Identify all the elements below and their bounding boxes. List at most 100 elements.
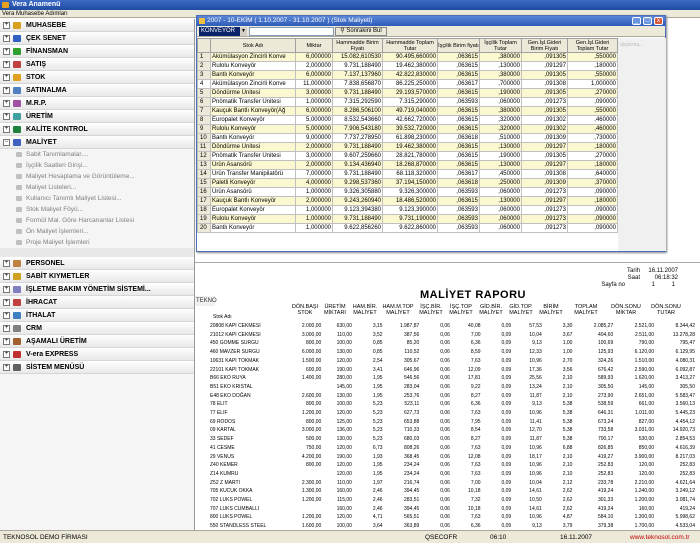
- submenu-item[interactable]: Proje Maliyet İşlemleri: [0, 237, 194, 248]
- search-input[interactable]: [249, 27, 334, 36]
- row-number[interactable]: 13: [197, 160, 211, 170]
- grid-row[interactable]: 5 Döndürme Ünitesi 3,000000 9.731,188490 29.…: [197, 88, 618, 98]
- submenu-item[interactable]: Maliyet Listeleri...: [0, 182, 194, 193]
- submenu-item[interactable]: Maliyet Hesaplama ve Görüntüleme...: [0, 171, 194, 182]
- grid-row[interactable]: 20 Bantlı Konveyör 1,000000 9.622,856260 9.6…: [197, 223, 618, 233]
- find-next-button[interactable]: ⚲ Sonrakini Bul: [335, 27, 387, 36]
- sidebar-category[interactable]: + SABİT KIYMETLER: [0, 270, 194, 283]
- expand-icon[interactable]: +: [3, 273, 10, 280]
- grid-row[interactable]: 3 Bantlı Konveyör 6,000000 7.137,137960 42.8…: [197, 70, 618, 80]
- expand-icon[interactable]: +: [3, 74, 10, 81]
- grid-column-header[interactable]: Hammadde Toplam Tutar: [382, 38, 438, 53]
- grid-column-header[interactable]: Miktar: [295, 38, 333, 53]
- minimize-button[interactable]: _: [632, 17, 641, 25]
- grid-row[interactable]: 11 Döndürme Ünitesi 2,000000 9.731,188490 19…: [197, 142, 618, 152]
- expand-icon[interactable]: +: [3, 312, 10, 319]
- row-number[interactable]: 15: [197, 178, 211, 188]
- row-number[interactable]: 4: [197, 79, 211, 89]
- sidebar-category[interactable]: + SATINALMA: [0, 84, 194, 97]
- maximize-button[interactable]: □: [643, 17, 652, 25]
- submenu-item[interactable]: Stok Maliyet Föyü...: [0, 204, 194, 215]
- grid-row[interactable]: 12 Pnömatik Transfer Ünitesi 3,000000 9.607…: [197, 151, 618, 161]
- expand-icon[interactable]: +: [3, 260, 10, 267]
- sidebar-category[interactable]: + CRM: [0, 322, 194, 335]
- sidebar-category[interactable]: + V-era EXPRESS: [0, 348, 194, 361]
- row-number[interactable]: 17: [197, 196, 211, 206]
- grid-row[interactable]: 9 Rulolu Konveyör 5,000000 7.906,543180 39.5…: [197, 124, 618, 134]
- grid-column-header[interactable]: İşçilik Toplam Tutar: [479, 38, 522, 53]
- grid-row[interactable]: 18 Europalet Konveyör 1,000000 9.123,394380…: [197, 205, 618, 215]
- expand-icon[interactable]: +: [3, 299, 10, 306]
- sidebar-category[interactable]: + ÇEK SENET: [0, 32, 194, 45]
- submenu-item[interactable]: Formül Mal. Göre Harcananlar Listesi: [0, 215, 194, 226]
- sidebar-category[interactable]: + ÜRETİM: [0, 110, 194, 123]
- grid-column-header[interactable]: Stok Adı: [210, 38, 296, 53]
- grid-row[interactable]: 19 Rulolu Konveyör 1,000000 9.731,188490 9.7…: [197, 214, 618, 224]
- row-number[interactable]: 20: [197, 223, 211, 233]
- grid-row[interactable]: 14 Ürün Transfer Manipilatörü 7,000000 9.73…: [197, 169, 618, 179]
- type-select[interactable]: KONVEYÖR ▼: [199, 27, 247, 36]
- grid-row[interactable]: 1 Akümülasyon Zincirli Konve 6,000000 15.08…: [197, 52, 618, 62]
- sidebar-category[interactable]: + MUHASEBE: [0, 19, 194, 32]
- sidebar-category[interactable]: + PERSONEL: [0, 257, 194, 270]
- menu-label[interactable]: Vera Muhasebe Adımları: [2, 11, 68, 17]
- sidebar-category[interactable]: − MALİYET: [0, 136, 194, 149]
- website-link[interactable]: www.teknosol.com.tr: [630, 531, 690, 544]
- expand-icon[interactable]: +: [3, 48, 10, 55]
- expand-icon[interactable]: +: [3, 87, 10, 94]
- expand-icon[interactable]: +: [3, 338, 10, 345]
- expand-icon[interactable]: +: [3, 35, 10, 42]
- grid-column-header[interactable]: Gen.İşl.Gideri Birim Fiyatı: [521, 38, 568, 53]
- row-number[interactable]: 6: [197, 97, 211, 107]
- expand-icon[interactable]: +: [3, 126, 10, 133]
- sidebar-category[interactable]: + KALİTE KONTROL: [0, 123, 194, 136]
- sidebar-category[interactable]: + İŞLETME BAKIM YÖNETİM SİSTEMİ...: [0, 283, 194, 296]
- row-number[interactable]: 3: [197, 70, 211, 80]
- expand-icon[interactable]: +: [3, 113, 10, 120]
- grid-row[interactable]: 15 Paletli Konveyör 4,000000 9.298,537360 37…: [197, 178, 618, 188]
- row-number[interactable]: 9: [197, 124, 211, 134]
- submenu-item[interactable]: İşçilik Saatleri Girişi...: [0, 160, 194, 171]
- sidebar-category[interactable]: + İHRACAT: [0, 296, 194, 309]
- grid-column-header[interactable]: Gen.İşl.Gideri Toplam Tutar: [567, 38, 618, 53]
- submenu-item[interactable]: Kullanıcı Tanımlı Maliyet Listesi...: [0, 193, 194, 204]
- expand-icon[interactable]: +: [3, 364, 10, 371]
- grid-column-header[interactable]: Hammadde Birim Fiyatı: [332, 38, 383, 53]
- row-number[interactable]: 2: [197, 61, 211, 71]
- submenu-item[interactable]: Sabit Tanımlamalar....: [0, 149, 194, 160]
- expand-icon[interactable]: +: [3, 22, 10, 29]
- grid-row[interactable]: 8 Europalet Konveyör 5,000000 8.532,543660 4…: [197, 115, 618, 125]
- collapse-icon[interactable]: −: [3, 139, 10, 146]
- row-number[interactable]: 5: [197, 88, 211, 98]
- expand-icon[interactable]: +: [3, 286, 10, 293]
- row-number[interactable]: 19: [197, 214, 211, 224]
- expand-icon[interactable]: +: [3, 100, 10, 107]
- grid-row[interactable]: 10 Bantlı Konveyör 9,000000 7.737,278950 61.…: [197, 133, 618, 143]
- row-number[interactable]: 8: [197, 115, 211, 125]
- row-number[interactable]: 11: [197, 142, 211, 152]
- row-number[interactable]: 14: [197, 169, 211, 179]
- row-number[interactable]: 10: [197, 133, 211, 143]
- row-number[interactable]: 7: [197, 106, 211, 116]
- sidebar-category[interactable]: + SATIŞ: [0, 58, 194, 71]
- sidebar-category[interactable]: + M.R.P.: [0, 97, 194, 110]
- expand-icon[interactable]: +: [3, 325, 10, 332]
- grid-column-header[interactable]: [197, 38, 211, 53]
- close-button[interactable]: x: [654, 17, 663, 25]
- sidebar-category[interactable]: + AŞAMALI ÜRETİM: [0, 335, 194, 348]
- grid-row[interactable]: 4 Akümülasyon Zincirli Konve 11,000000 7.83…: [197, 79, 618, 89]
- row-number[interactable]: 18: [197, 205, 211, 215]
- grid-row[interactable]: 2 Rulolu Konveyör 2,000000 9.731,188490 19.4…: [197, 61, 618, 71]
- grid-row[interactable]: 6 Pnömatik Transfer Ünitesi 1,000000 7.315,…: [197, 97, 618, 107]
- row-number[interactable]: 12: [197, 151, 211, 161]
- grid-column-header[interactable]: İşçilik Birim fiyatı: [437, 38, 480, 53]
- row-number[interactable]: 16: [197, 187, 211, 197]
- grid-row[interactable]: 17 Kauçuk Bantlı Konveyör 2,000000 9.243,26…: [197, 196, 618, 206]
- report-tab[interactable]: TEKNO: [195, 296, 217, 306]
- grid-row[interactable]: 7 Kauçuk Bantlı Konveyör(Ağ 6,000000 8.286,…: [197, 106, 618, 116]
- sidebar-category[interactable]: + İTHALAT: [0, 309, 194, 322]
- grid-row[interactable]: 13 Ürün Asansörü 2,000000 9.134,436940 18.26…: [197, 160, 618, 170]
- expand-icon[interactable]: +: [3, 351, 10, 358]
- row-number[interactable]: 1: [197, 52, 211, 62]
- expand-icon[interactable]: +: [3, 61, 10, 68]
